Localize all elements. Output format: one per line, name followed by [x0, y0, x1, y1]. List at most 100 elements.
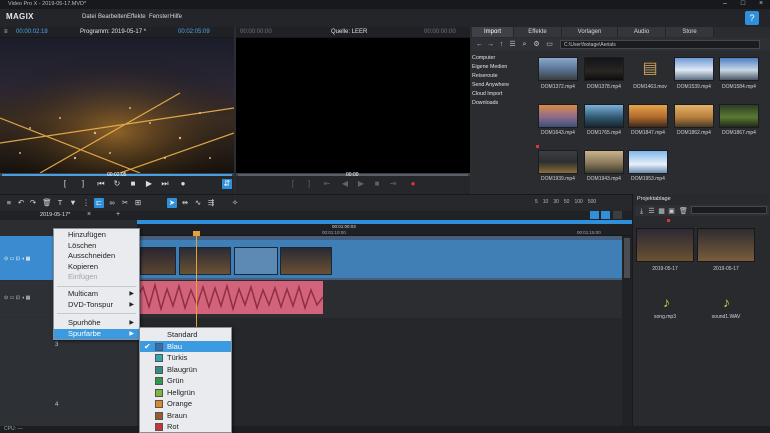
redo-icon[interactable]: ↷ — [28, 198, 38, 208]
close-icon[interactable]: × — [752, 0, 770, 9]
work-area-bar[interactable] — [137, 220, 632, 224]
trash-icon[interactable]: 🗑 — [679, 207, 688, 216]
source-preview[interactable] — [236, 38, 470, 173]
menu-item-hinzufuegen[interactable]: Hinzufügen — [54, 230, 139, 241]
folder-downloads[interactable]: Downloads — [472, 100, 498, 106]
play-icon[interactable]: ▶ — [144, 179, 154, 189]
magic-wand-icon[interactable]: ✧ — [230, 198, 240, 208]
source-stop-icon[interactable]: ■ — [372, 179, 382, 189]
snap-icon[interactable]: ⊞ — [133, 198, 143, 208]
jump-end-icon[interactable]: ⏭ — [160, 179, 170, 189]
list-view-icon[interactable]: ☰ — [647, 207, 656, 216]
menu-datei[interactable]: Datei — [82, 14, 96, 20]
zoom-level[interactable]: 50 — [564, 199, 570, 207]
color-option-blau[interactable]: ✔ Blau — [140, 340, 231, 352]
maximize-icon[interactable]: □ — [734, 0, 752, 9]
zoom-level[interactable]: 30 — [553, 199, 559, 207]
minimize-icon[interactable]: – — [716, 0, 734, 9]
project-thumbnail[interactable] — [636, 228, 694, 262]
range-icon[interactable]: ⇹ — [180, 198, 190, 208]
record-icon[interactable]: ● — [178, 179, 188, 189]
curve-icon[interactable]: ∿ — [193, 198, 203, 208]
folder-eigene-medien[interactable]: Eigene Medien — [472, 64, 507, 70]
timeline-ruler[interactable]: 00:01:00:03 00:01:10:00 00:01:15:00 — [137, 220, 632, 236]
color-option-tuerkis[interactable]: Türkis — [140, 352, 231, 364]
tab-store[interactable]: Store — [666, 27, 714, 37]
tab-import[interactable]: Import — [472, 27, 514, 37]
menu-item-ausschneiden[interactable]: Ausschneiden — [54, 251, 139, 262]
track-area-1[interactable] — [137, 236, 622, 280]
mark-out-icon[interactable]: ] — [78, 179, 88, 189]
project-search-input[interactable] — [691, 206, 767, 214]
source-mark-in-icon[interactable]: [ — [288, 179, 298, 189]
zoom-level[interactable]: 10 — [543, 199, 549, 207]
thumbnail[interactable] — [538, 104, 578, 128]
help-button[interactable]: ? — [745, 11, 759, 25]
folder-cloud-import[interactable]: Cloud Import — [472, 91, 502, 97]
playhead-handle[interactable] — [193, 231, 200, 236]
search-icon[interactable]: ⌕ — [520, 40, 529, 49]
menu-item-multicam[interactable]: Multicam ▶ — [54, 289, 139, 300]
back-arrow-icon[interactable]: ← — [475, 40, 484, 49]
menu-fenster[interactable]: Fenster — [149, 14, 169, 20]
thumbnail[interactable] — [674, 104, 714, 128]
color-option-gruen[interactable]: Grün — [140, 375, 231, 387]
program-preview[interactable] — [0, 38, 234, 173]
close-tab-icon[interactable]: × — [87, 211, 91, 218]
thumbnail[interactable] — [538, 57, 578, 81]
group-icon[interactable]: ⊏ — [94, 198, 104, 208]
stop-icon[interactable]: ■ — [128, 179, 138, 189]
up-arrow-icon[interactable]: ↑ — [497, 40, 506, 49]
trim-icon[interactable]: ⇶ — [206, 198, 216, 208]
source-step-back-icon[interactable]: ◀ — [340, 179, 350, 189]
monitor-settings-icon[interactable]: ⇵ — [222, 179, 232, 189]
thumbnail[interactable] — [674, 57, 714, 81]
zoom-level[interactable]: 5 — [535, 199, 538, 207]
menu-icon[interactable]: ≡ — [4, 198, 14, 208]
source-next-icon[interactable]: ⇥ — [388, 179, 398, 189]
gear-icon[interactable]: ⚙ — [532, 40, 541, 49]
zoom-levels[interactable]: 5 10 30 50 100 500 — [535, 199, 629, 207]
thumbnail[interactable] — [719, 57, 759, 81]
source-play-icon[interactable]: ▶ — [356, 179, 366, 189]
music-note-icon[interactable]: ♪ — [663, 294, 670, 310]
color-option-orange[interactable]: Orange — [140, 398, 231, 410]
menu-bearbeiten[interactable]: Bearbeiten — [98, 14, 127, 20]
scene-view-icon[interactable] — [613, 211, 622, 219]
pointer-icon[interactable]: ➤ — [167, 198, 177, 208]
menu-item-spurfarbe[interactable]: Spurfarbe ▶ — [54, 328, 139, 339]
track-area-2[interactable] — [136, 281, 622, 317]
link-icon[interactable]: ∞ — [107, 198, 117, 208]
cut-icon[interactable]: ✂ — [120, 198, 130, 208]
mark-in-icon[interactable]: [ — [60, 179, 70, 189]
list-view-icon[interactable]: ☰ — [508, 40, 517, 49]
thumbnail[interactable] — [584, 104, 624, 128]
timeline-tab[interactable]: 2019-05-17* — [40, 212, 70, 218]
storyboard-view-icon[interactable] — [590, 211, 599, 219]
color-option-rot[interactable]: Rot — [140, 421, 231, 433]
color-option-standard[interactable]: Standard — [140, 329, 231, 341]
menu-effekte[interactable]: Effekte — [127, 14, 146, 20]
grid-view-icon[interactable]: ▦ — [657, 207, 666, 216]
thumbnail[interactable] — [628, 104, 668, 128]
folder-send-anywhere[interactable]: Send Anywhere — [472, 82, 509, 88]
tab-vorlagen[interactable]: Vorlagen — [562, 27, 618, 37]
thumbnail[interactable] — [628, 150, 668, 174]
monitor-menu-icon[interactable]: ≡ — [4, 29, 8, 35]
timeline-vertical-scrollbar[interactable] — [622, 236, 632, 426]
program-timecode-right[interactable]: 00:02:05:09 — [178, 29, 210, 35]
folder-reiseroute[interactable]: Reiseroute — [472, 73, 498, 79]
thumbnail[interactable] — [719, 104, 759, 128]
zoom-level[interactable]: 100 — [574, 199, 582, 207]
film-icon[interactable]: ▤ — [630, 57, 670, 81]
menu-item-dvd-tonspur[interactable]: DVD-Tonspur ▶ — [54, 300, 139, 311]
split-icon[interactable]: ⋮ — [81, 198, 91, 208]
tab-effekte[interactable]: Effekte — [514, 27, 562, 37]
track-controls-icon[interactable]: ⊙ ▭ ⊡ ◑ ▦ — [4, 256, 30, 262]
path-field[interactable]: C:\User\footage\Aerials — [560, 40, 760, 49]
program-timecode-left[interactable]: 00:00:02:18 — [16, 29, 48, 35]
timeline-view-icon[interactable] — [601, 211, 610, 219]
track-controls-icon[interactable]: ⊙ ▭ ⊡ ◑ ▦ — [4, 295, 30, 301]
thumbnail-view-icon[interactable]: ▣ — [667, 207, 676, 216]
title-text-icon[interactable]: T — [55, 198, 65, 208]
